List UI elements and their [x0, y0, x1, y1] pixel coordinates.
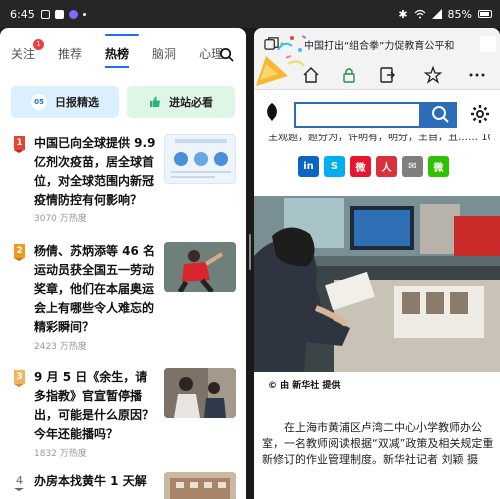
wifi-icon [414, 9, 425, 19]
tab-follow-label: 关注 [11, 47, 36, 61]
drama-still-photo [164, 368, 236, 418]
article-photo [254, 196, 500, 372]
rank-badge: 3 [14, 370, 25, 387]
status-time: 6:45 [10, 7, 35, 21]
notification-badge: 1 [33, 39, 45, 50]
clipped-meta-text: 主观题，题分为，许明有，明分，王自，丑…… 10 小时 [268, 134, 490, 143]
heat-count: 1832 万热度 [34, 449, 87, 459]
status-bar: 6:45 ✱ 85% [0, 0, 500, 28]
tab-recommend-label: 推荐 [58, 47, 83, 61]
more-menu-icon[interactable] [468, 66, 486, 84]
signal-icon [431, 9, 442, 19]
bluetooth-icon: ✱ [398, 7, 408, 21]
list-item[interactable]: 2 杨倩、苏炳添等 46 名运动员获全国五一劳动奖章，他们在本届奥运会上有哪些令… [14, 242, 236, 352]
rank-badge: 1 [14, 136, 25, 153]
tab-brainstorm-label: 脑洞 [152, 47, 177, 61]
news-thumbnail [164, 242, 236, 292]
heat-count: 2423 万热度 [34, 342, 87, 352]
article-body: 在上海市黄浦区卢湾二中心小学教师办公室，一名教师阅读根据“双减”政策及相关规定重… [262, 421, 494, 466]
news-title: 中国已向全球提供 9.9 亿剂次疫苗，居全球首位，对全球范围内新冠疫情防控有何影… [34, 136, 156, 207]
top-tab-bar: 关注 1 推荐 热榜 脑洞 心理 [0, 28, 246, 74]
daily-picks-button[interactable]: 05 日报精选 [11, 86, 119, 118]
news-thumbnail [164, 472, 236, 499]
news-thumbnail [164, 134, 236, 184]
page-title: 中国打出“组合拳”力促教育公平和 [304, 40, 455, 52]
list-item[interactable]: 1 中国已向全球提供 9.9 亿剂次疫苗，居全球首位，对全球范围内新冠疫情防控有… [14, 134, 236, 224]
search-icon[interactable] [219, 47, 234, 62]
list-item[interactable]: 3 9 月 5 日《余生，请多指教》官宣暂停播出，可能是什么原因？今年还能播吗？… [14, 368, 236, 459]
party-popper-icon [256, 35, 307, 86]
tab-follow[interactable]: 关注 1 [11, 39, 45, 62]
building-photo [164, 472, 236, 499]
image-notification-icon [54, 9, 64, 19]
share-bar: in S 微 人 ✉ 微 [298, 156, 449, 177]
renren-share-button[interactable]: 人 [376, 156, 397, 177]
site-search-button[interactable] [421, 102, 457, 128]
list-item[interactable]: 4 办房本找黄牛 1 天解 [14, 472, 236, 499]
weibo-share-button[interactable]: 微 [350, 156, 371, 177]
rank-badge: 4 [14, 474, 24, 491]
news-title: 办房本找黄牛 1 天解 [34, 474, 147, 488]
daily-picks-label: 日报精选 [55, 96, 99, 109]
site-logo-icon [267, 103, 277, 121]
battery-text: 85% [447, 7, 472, 21]
photo-credit: © 由 新华社 提供 [268, 381, 341, 391]
lock-icon[interactable] [340, 66, 358, 84]
reading-view-icon[interactable] [378, 66, 396, 84]
tab-hot-list-label: 热榜 [105, 47, 130, 61]
favorites-star-icon[interactable] [424, 66, 442, 84]
tab-brainstorm[interactable]: 脑洞 [152, 45, 176, 62]
rank-badge: 2 [14, 244, 25, 261]
renren-icon: 人 [381, 163, 392, 174]
must-see-button[interactable]: 进站必看 [127, 86, 235, 118]
right-browser-pane: 中国打出“组合拳”力促教育公平和 主观题，题分为，许明有，明分，王自，丑…… 1… [254, 28, 500, 499]
linkedin-icon: in [303, 161, 314, 172]
skype-icon: S [330, 161, 339, 172]
linkedin-share-button[interactable]: in [298, 156, 319, 177]
tab-recommend[interactable]: 推荐 [58, 45, 82, 62]
site-header [254, 90, 500, 136]
close-tab-button[interactable] [480, 36, 496, 52]
thumbs-up-icon [150, 96, 160, 107]
left-app-pane: 关注 1 推荐 热榜 脑洞 心理 05 日报精选 进站必看 1 中国已向全球提供… [0, 28, 246, 499]
settings-notification-icon [68, 9, 78, 19]
search-icon [432, 106, 449, 123]
news-title: 杨倩、苏炳添等 46 名运动员获全国五一劳动奖章，他们在本届奥运会上有哪些令人难… [34, 244, 156, 334]
email-icon: ✉ [408, 161, 417, 172]
gallery-notification-icon [40, 9, 50, 19]
news-thumbnail [164, 368, 236, 418]
infographic-image [171, 139, 231, 178]
tab-hot-list[interactable]: 热榜 [105, 45, 130, 68]
heat-count: 3070 万热度 [34, 214, 87, 224]
site-search-input[interactable] [294, 102, 421, 128]
gear-icon[interactable] [470, 104, 490, 124]
news-title: 9 月 5 日《余生，请多指教》官宣暂停播出，可能是什么原因？今年还能播吗？ [34, 370, 155, 441]
daily-picks-date-icon: 05 [31, 94, 47, 110]
split-resize-handle[interactable] [249, 234, 251, 270]
athlete-photo [164, 242, 236, 292]
teacher-office-photo [254, 196, 500, 372]
wechat-icon: 微 [433, 163, 444, 174]
email-share-button[interactable]: ✉ [402, 156, 423, 177]
battery-icon [478, 10, 492, 18]
wechat-share-button[interactable]: 微 [428, 156, 449, 177]
more-notifications-icon [82, 12, 86, 16]
must-see-label: 进站必看 [169, 96, 213, 109]
weibo-icon: 微 [355, 163, 366, 174]
skype-share-button[interactable]: S [324, 156, 345, 177]
